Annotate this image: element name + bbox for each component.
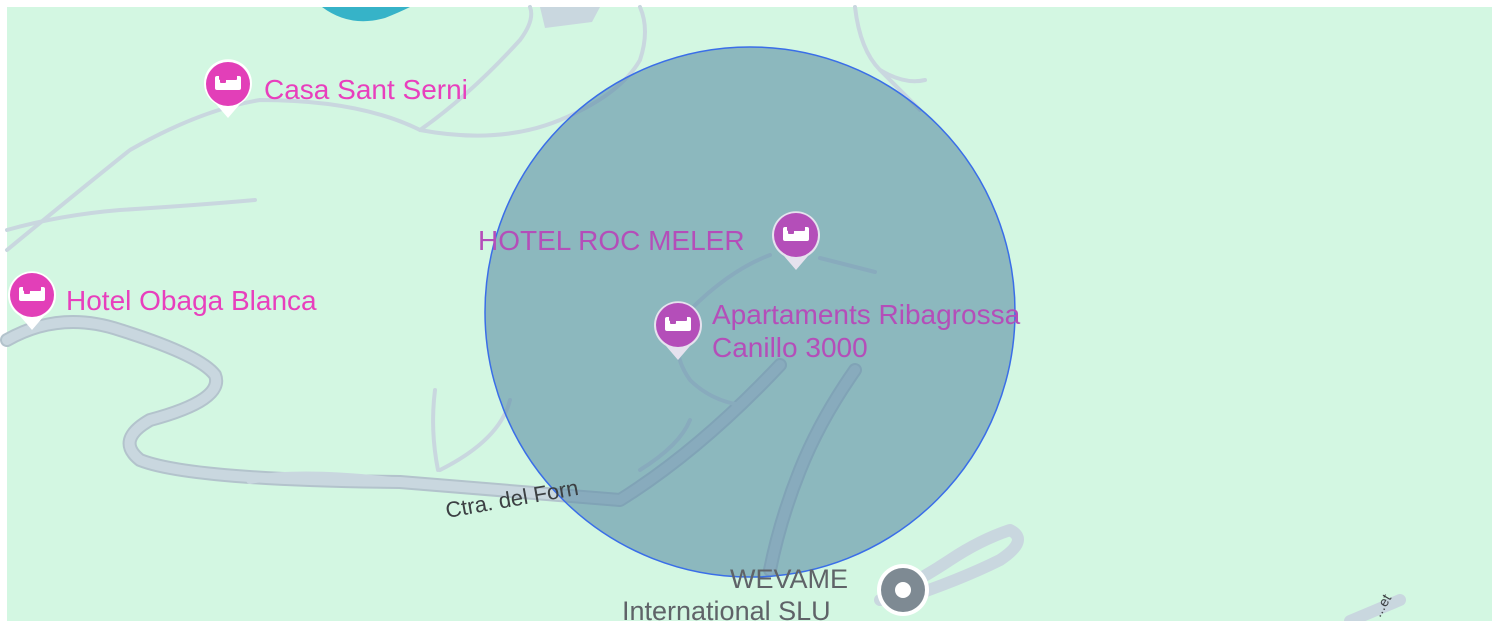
place-label: Casa Sant Serni [264,74,468,105]
place-label: Hotel Obaga Blanca [66,285,317,316]
place-label-line2: International SLU [622,596,831,621]
place-label: HOTEL ROC MELER [478,225,745,256]
place-label-line1: Apartaments Ribagrossa [712,299,1021,330]
map-right-margin [1492,0,1497,621]
place-label-line2: Canillo 3000 [712,332,868,363]
place-label-line1: WEVAME [730,564,848,594]
map-canvas[interactable]: Casa Sant Serni Hotel Obaga Blanca HOTEL… [0,0,1497,621]
